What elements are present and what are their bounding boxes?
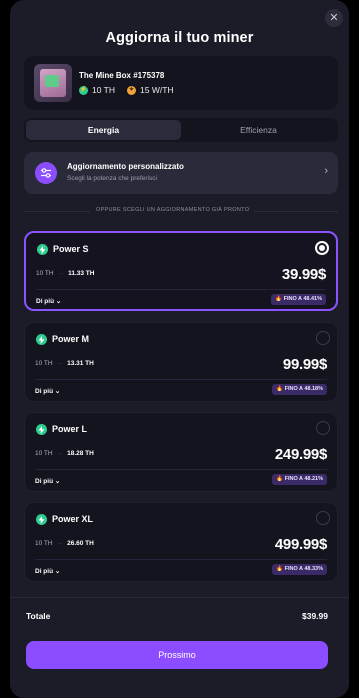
bolt-icon <box>36 334 47 345</box>
product-card: The Mine Box #175378 ⚡ 10 TH ✦ 15 W/TH <box>24 56 338 110</box>
total-label: Totale <box>26 611 51 621</box>
plan-badge: 🔥 FINO A 48.33% <box>272 564 327 575</box>
plan-more-link[interactable]: Di più ⌄ <box>35 387 60 395</box>
upgrade-modal: ✕ Aggiorna il tuo miner The Mine Box #17… <box>10 0 349 698</box>
bolt-icon <box>37 244 48 255</box>
chevron-down-icon: ⌄ <box>54 388 61 395</box>
hashrate-icon: ⚡ <box>79 85 88 95</box>
plan-more-link[interactable]: Di più ⌄ <box>35 477 60 485</box>
plan-card-power-xl[interactable]: Power XL 10 TH → 26.60 TH 499.99$ Di più… <box>24 502 338 582</box>
product-specs: ⚡ 10 TH ✦ 15 W/TH <box>79 85 174 95</box>
plan-card-power-m[interactable]: Power M 10 TH → 13.31 TH 99.99$ Di più ⌄… <box>24 322 338 402</box>
plan-from: 10 TH <box>35 450 53 457</box>
plan-from: 10 TH <box>35 540 53 547</box>
plan-price: 39.99$ <box>281 266 326 283</box>
efficiency-icon: ✦ <box>127 85 136 95</box>
bolt-icon <box>36 514 47 525</box>
plan-hashrate: 10 TH → 26.60 TH <box>35 540 94 547</box>
plan-hashrate: 10 TH → 18.28 TH <box>35 450 94 457</box>
plan-to: 13.31 TH <box>67 360 94 367</box>
modal-title: Aggiorna il tuo miner <box>105 30 254 46</box>
footer-divider <box>10 597 349 598</box>
close-icon[interactable]: ✕ <box>325 9 343 27</box>
plan-name: Power M <box>52 334 90 344</box>
product-efficiency: 15 W/TH <box>140 85 174 95</box>
chevron-down-icon: ⌄ <box>54 568 61 575</box>
plan-badge: 🔥 FINO A 48.18% <box>272 384 327 395</box>
miner-image <box>34 64 72 102</box>
plan-from: 10 TH <box>35 360 53 367</box>
plan-price: 499.99$ <box>274 536 327 553</box>
plan-more-link[interactable]: Di più ⌄ <box>35 567 60 575</box>
product-hashrate: 10 TH <box>92 85 115 95</box>
plan-name: Power S <box>53 244 89 254</box>
plan-more-link[interactable]: Di più ⌄ <box>36 297 61 305</box>
plan-badge: 🔥 FINO A 48.41% <box>271 294 326 305</box>
arrow-right-icon: → <box>57 270 65 277</box>
plan-card-power-l[interactable]: Power L 10 TH → 18.28 TH 249.99$ Di più … <box>24 412 338 492</box>
plan-to: 11.33 TH <box>68 270 95 277</box>
plan-card-power-s[interactable]: Power S 10 TH → 11.33 TH 39.99$ Di più ⌄… <box>24 231 338 311</box>
tab-efficienza[interactable]: Efficienza <box>181 120 336 140</box>
bolt-icon <box>36 424 47 435</box>
arrow-right-icon: → <box>56 540 64 547</box>
custom-upgrade-title: Aggiornamento personalizzato <box>67 162 184 171</box>
divider-text: OPPURE SCEGLI UN AGGIORNAMENTO GIÀ PRONT… <box>90 207 256 213</box>
plan-price: 99.99$ <box>282 356 327 373</box>
plan-radio[interactable] <box>316 511 330 525</box>
plan-price: 249.99$ <box>274 446 327 463</box>
chevron-down-icon: ⌄ <box>55 298 62 305</box>
plan-badge: 🔥 FINO A 48.21% <box>272 474 327 485</box>
plan-name: Power L <box>52 424 88 434</box>
plan-hashrate: 10 TH → 13.31 TH <box>35 360 94 367</box>
arrow-right-icon: → <box>56 360 64 367</box>
custom-upgrade-button[interactable]: Aggiornamento personalizzato Scegli la p… <box>24 152 338 194</box>
plan-to: 18.28 TH <box>67 450 94 457</box>
plan-from: 10 TH <box>36 270 54 277</box>
sliders-icon <box>35 162 57 184</box>
arrow-right-icon: → <box>56 450 64 457</box>
next-button[interactable]: Prossimo <box>26 641 328 669</box>
plan-to: 26.60 TH <box>67 540 94 547</box>
chevron-down-icon: ⌄ <box>54 478 61 485</box>
plan-radio[interactable] <box>316 331 330 345</box>
plan-radio[interactable] <box>315 241 329 255</box>
plan-radio[interactable] <box>316 421 330 435</box>
chevron-right-icon: › <box>324 165 328 177</box>
tab-bar: Energia Efficienza <box>24 118 338 142</box>
plan-name: Power XL <box>52 514 94 524</box>
custom-upgrade-subtitle: Scegli la potenza che preferisci <box>67 175 157 182</box>
plan-hashrate: 10 TH → 11.33 TH <box>36 270 94 277</box>
tab-energia[interactable]: Energia <box>26 120 181 140</box>
total-value: $39.99 <box>302 611 328 621</box>
product-name: The Mine Box #175378 <box>79 71 165 80</box>
